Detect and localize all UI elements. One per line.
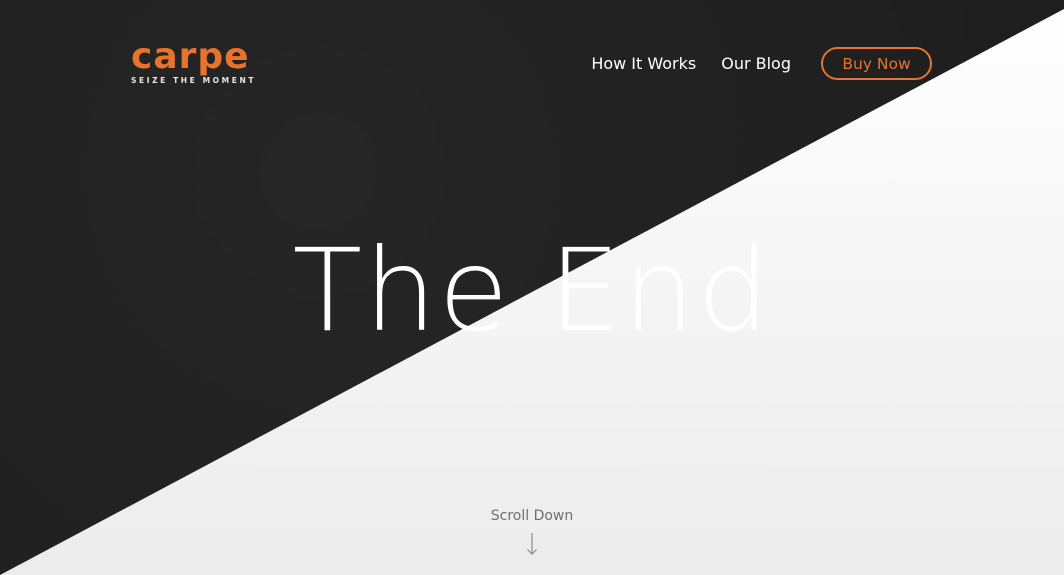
logo-tagline: SEIZE THE MOMENT	[131, 76, 257, 85]
nav-link-how-it-works[interactable]: How It Works	[591, 54, 696, 73]
hero-section: carpe SEIZE THE MOMENT How It Works Our …	[0, 0, 1064, 575]
diagonal-dark-background	[0, 0, 1064, 575]
scroll-down-label: Scroll Down	[490, 508, 574, 524]
arrow-down-icon	[527, 533, 537, 555]
logo-wordmark: carpe	[131, 36, 250, 77]
main-navigation: How It Works Our Blog Buy Now	[591, 45, 932, 82]
scroll-down-link[interactable]: Scroll Down	[0, 506, 1064, 556]
carpe-logo[interactable]: carpe SEIZE THE MOMENT	[131, 36, 257, 86]
buy-now-button[interactable]: Buy Now	[821, 47, 932, 80]
nav-link-our-blog[interactable]: Our Blog	[721, 54, 791, 73]
